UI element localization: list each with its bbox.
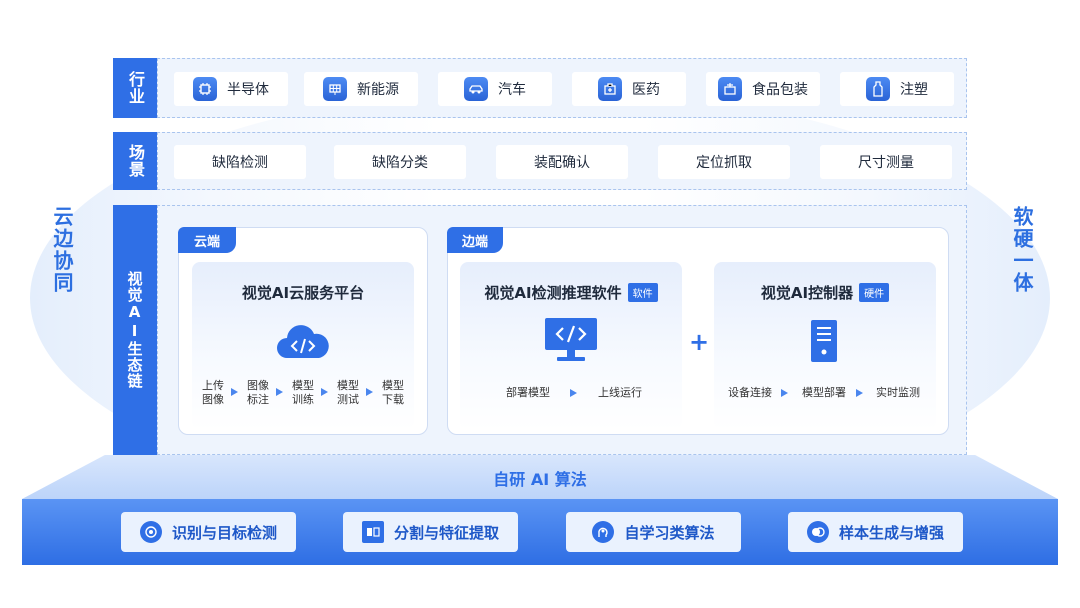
left-side-label: 云边协同 — [50, 206, 74, 294]
scene-chip[interactable]: 装配确认 — [496, 145, 628, 179]
algo-chip-segmentation[interactable]: 分割与特征提取 — [343, 512, 518, 552]
scene-row: 缺陷检测 缺陷分类 装配确认 定位抓取 尺寸测量 — [157, 132, 967, 190]
hardware-step: 模型部署 — [802, 386, 846, 399]
industry-row: 半导体 新能源 汽车 医药 食品包装 注塑 — [157, 58, 967, 118]
bottle-icon — [866, 77, 890, 101]
algo-label: 自学习类算法 — [624, 523, 715, 542]
monitor-code-icon — [543, 316, 599, 368]
algo-chip-detection[interactable]: 识别与目标检测 — [121, 512, 296, 552]
sample-icon — [806, 521, 829, 543]
algo-chip-sample-generation[interactable]: 样本生成与增强 — [788, 512, 963, 552]
arrow-icon — [231, 388, 238, 396]
cloud-step: 模型 测试 — [337, 379, 359, 406]
cloud-card-title: 视觉AI云服务平台 — [241, 283, 365, 302]
industry-chip-new-energy[interactable]: 新能源 — [304, 72, 418, 106]
hardware-step: 设备连接 — [728, 386, 772, 399]
industry-chip-injection-molding[interactable]: 注塑 — [840, 72, 954, 106]
industry-chip-medicine[interactable]: 医药 — [572, 72, 686, 106]
algo-label: 样本生成与增强 — [838, 523, 944, 542]
hardware-card-title: 视觉AI控制器 硬件 — [714, 282, 936, 302]
cloud-step: 图像 标注 — [247, 379, 269, 406]
cloud-tab: 云端 — [178, 227, 236, 253]
arrow-icon — [366, 388, 373, 396]
software-step: 上线运行 — [598, 386, 642, 399]
industry-label: 注塑 — [900, 82, 928, 98]
industry-label: 新能源 — [357, 82, 399, 98]
hardware-step: 实时监测 — [876, 386, 920, 399]
cloud-step: 模型 训练 — [292, 379, 314, 406]
software-step: 部署模型 — [506, 386, 550, 399]
software-title: 视觉AI检测推理软件 — [484, 283, 622, 302]
plus-sign: + — [688, 328, 710, 356]
industry-label: 医药 — [632, 82, 660, 98]
algo-label: 识别与目标检测 — [171, 523, 277, 542]
food-package-icon — [718, 77, 742, 101]
algo-chip-self-learning[interactable]: 自学习类算法 — [566, 512, 741, 552]
industry-label: 食品包装 — [752, 82, 808, 98]
car-icon — [464, 77, 488, 101]
scene-row-tag: 场景 — [113, 132, 157, 190]
eco-row-tag: 视觉AI生态链 — [113, 205, 157, 455]
cloud-code-icon — [273, 322, 333, 366]
right-side-label: 软硬一体 — [1010, 206, 1034, 294]
arrow-icon — [276, 388, 283, 396]
controller-icon — [809, 318, 839, 368]
solar-panel-icon — [323, 77, 347, 101]
software-badge: 软件 — [627, 282, 658, 302]
cloud-step: 模型 下载 — [382, 379, 404, 406]
industry-chip-auto[interactable]: 汽车 — [438, 72, 552, 106]
algo-label: 分割与特征提取 — [393, 523, 499, 542]
scene-chip[interactable]: 缺陷检测 — [174, 145, 306, 179]
industry-chip-food-packaging[interactable]: 食品包装 — [706, 72, 820, 106]
software-card-title: 视觉AI检测推理软件 软件 — [460, 282, 682, 302]
scene-chip[interactable]: 定位抓取 — [658, 145, 790, 179]
scene-chip[interactable]: 缺陷分类 — [334, 145, 466, 179]
industry-row-tag: 行业 — [113, 58, 157, 118]
industry-chip-semiconductor[interactable]: 半导体 — [174, 72, 288, 106]
medical-kit-icon — [598, 77, 622, 101]
arrow-icon — [856, 389, 863, 397]
industry-label: 汽车 — [498, 82, 526, 98]
hardware-title: 视觉AI控制器 — [760, 283, 854, 302]
brain-head-icon — [592, 521, 615, 543]
algo-title: 自研 AI 算法 — [493, 470, 587, 489]
target-icon — [139, 521, 162, 543]
arrow-icon — [321, 388, 328, 396]
industry-label: 半导体 — [227, 82, 269, 98]
scene-chip[interactable]: 尺寸测量 — [820, 145, 952, 179]
arrow-icon — [570, 389, 577, 397]
edge-tab: 边端 — [447, 227, 503, 253]
chip-icon — [193, 77, 217, 101]
hardware-badge: 硬件 — [859, 282, 890, 302]
segment-icon — [361, 521, 384, 543]
cloud-step: 上传 图像 — [202, 379, 224, 406]
arrow-icon — [781, 389, 788, 397]
